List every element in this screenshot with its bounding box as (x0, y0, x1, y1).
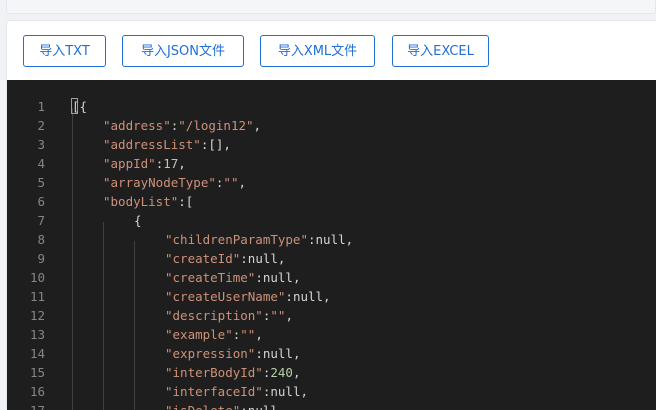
code-text: "description":"", (165, 306, 293, 325)
code-token: "expression" (165, 346, 256, 361)
code-token: :null, (308, 232, 354, 247)
line-number: 4 (37, 156, 45, 171)
code-token: "interfaceId" (165, 384, 263, 399)
code-token: :null, (285, 289, 331, 304)
code-token: "childrenParamType" (165, 232, 308, 247)
code-text: "example":"", (165, 325, 263, 344)
code-text: "interBodyId":240, (165, 363, 300, 382)
code-text: "expression":null, (165, 344, 300, 363)
code-token: { (134, 213, 142, 228)
code-line: 8 "childrenParamType":null, (7, 230, 656, 249)
line-number: 12 (29, 308, 45, 323)
code-token: "/login12" (178, 118, 254, 133)
line-number: 7 (37, 213, 45, 228)
code-token: :null, (262, 384, 308, 399)
code-text: "appId":17, (103, 154, 186, 173)
code-text: "addressList":[], (103, 135, 231, 154)
code-text: [{ (72, 97, 87, 116)
code-line: 6 "bodyList":[ (7, 192, 656, 211)
line-number: 8 (37, 232, 45, 247)
code-token: , (178, 156, 186, 171)
code-line: 12 "description":"", (7, 306, 656, 325)
line-number: 13 (29, 327, 45, 342)
code-token: "appId" (103, 156, 156, 171)
code-line: 3 "addressList":[], (7, 135, 656, 154)
code-line: 2 "address":"/login12", (7, 116, 656, 135)
top-strip (6, 0, 656, 14)
code-line: 7{ (7, 211, 656, 230)
code-token: "createId" (165, 251, 241, 266)
import-excel-button[interactable]: 导入EXCEL (392, 35, 489, 67)
code-token: "arrayNodeType" (103, 175, 216, 190)
line-number: 1 (37, 99, 45, 114)
code-token: 240 (270, 365, 293, 380)
json-code-editor[interactable]: 1 [{ 2 "address":"/login12", 3 "addressList":… (7, 80, 656, 410)
code-token: "createTime" (165, 270, 256, 285)
code-text: "createTime":null, (165, 268, 300, 287)
line-number: 3 (37, 137, 45, 152)
line-number: 15 (29, 365, 45, 380)
code-token: , (292, 365, 301, 380)
code-token: , (238, 175, 247, 190)
code-text: { (134, 211, 142, 230)
code-line: 1 [{ (7, 97, 656, 116)
code-line: 15 "interBodyId":240, (7, 363, 656, 382)
code-text: "childrenParamType":null, (165, 230, 353, 249)
code-token: "example" (165, 327, 233, 342)
line-number: 11 (29, 289, 45, 304)
code-text: "createId":null, (165, 249, 285, 268)
code-line: 11 "createUserName":null, (7, 287, 656, 306)
code-token: [{ (72, 99, 88, 114)
code-token: "" (270, 308, 286, 323)
code-text: "address":"/login12", (103, 116, 261, 135)
code-text: "createUserName":null, (165, 287, 331, 306)
line-number: 2 (37, 118, 45, 133)
code-token: "interBodyId" (165, 365, 263, 380)
code-token: "description" (165, 308, 263, 323)
code-line: 16 "interfaceId":null, (7, 382, 656, 401)
code-token: :null, (255, 270, 301, 285)
import-xml-button[interactable]: 导入XML文件 (260, 35, 375, 67)
code-line: 14 "expression":null, (7, 344, 656, 363)
line-number: 9 (37, 251, 45, 266)
line-number: 14 (29, 346, 45, 361)
line-number: 5 (37, 175, 45, 190)
line-number: 10 (29, 270, 45, 285)
code-token: "" (240, 327, 256, 342)
import-panel: 导入TXT 导入JSON文件 导入XML文件 导入EXCEL 1 [{ 2 "addr… (6, 20, 656, 410)
code-token: , (255, 327, 263, 342)
code-line: 4 "appId":17, (7, 154, 656, 173)
code-token: "createUserName" (165, 289, 286, 304)
code-line: 9 "createId":null, (7, 249, 656, 268)
code-token: "addressList" (103, 137, 201, 152)
code-text: "bodyList":[ (103, 192, 193, 211)
code-text: "interfaceId":null, (165, 382, 308, 401)
line-number: 6 (37, 194, 45, 209)
code-line: 10 "createTime":null, (7, 268, 656, 287)
code-token: :null, (255, 346, 301, 361)
code-line: 5 "arrayNodeType":"", (7, 173, 656, 192)
code-token: , (285, 308, 293, 323)
code-token: 17 (163, 156, 179, 171)
import-json-button[interactable]: 导入JSON文件 (122, 35, 244, 67)
code-token: , (253, 118, 262, 133)
code-token: "bodyList" (103, 194, 179, 209)
import-txt-button[interactable]: 导入TXT (23, 35, 106, 67)
code-token: :[], (200, 137, 231, 152)
code-line: 13 "example":"", (7, 325, 656, 344)
code-token: "" (223, 175, 239, 190)
code-token: :[ (178, 194, 194, 209)
code-text: "arrayNodeType":"", (103, 173, 246, 192)
code-token: :null, (240, 251, 286, 266)
code-token: "address" (103, 118, 171, 133)
line-number: 16 (29, 384, 45, 399)
